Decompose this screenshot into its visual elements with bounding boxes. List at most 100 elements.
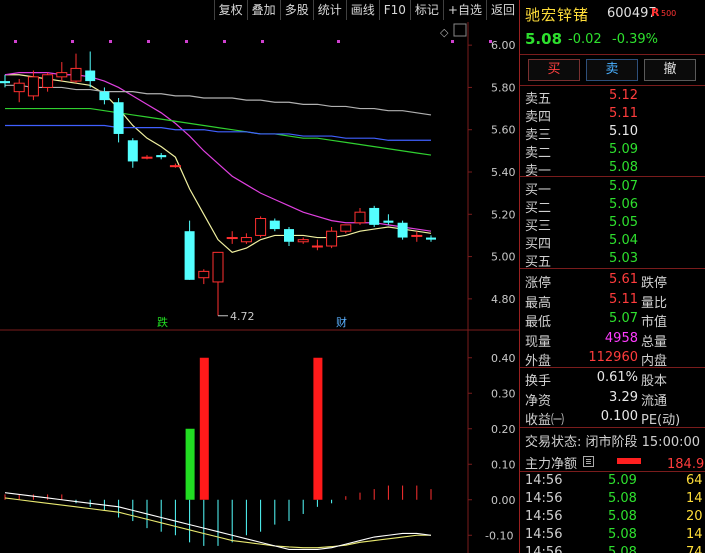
tick-volume: 14	[686, 491, 703, 506]
candle-body	[383, 220, 394, 223]
price-tick-label: 5.40	[491, 166, 516, 179]
cancel-order-button[interactable]: 撤	[644, 59, 696, 81]
bid-row[interactable]: 买五 5.03	[520, 249, 705, 270]
event-marker	[185, 40, 188, 43]
stat-label: 最高	[525, 295, 552, 311]
indicator-tick-label: 0.40	[491, 352, 516, 365]
event-marker	[223, 40, 226, 43]
level-price: 5.10	[609, 124, 638, 139]
candle-body	[113, 102, 124, 134]
stat-label: 最低	[525, 315, 552, 330]
stat-value: 5.61	[609, 272, 638, 287]
level-price: 5.06	[609, 197, 638, 212]
candle-body	[85, 70, 96, 82]
tick-volume: 14	[686, 527, 703, 542]
toolbar-button[interactable]: 多股	[279, 0, 313, 20]
fundamental-value: 0.100	[600, 409, 638, 424]
toolbar-button[interactable]: 复权	[213, 0, 247, 20]
chart-area[interactable]: 6.00 5.80 5.60 5.40 5.20 5.00 4.80 ◇ 4.72 跌 财 0.40 0…	[0, 0, 519, 553]
tick-row: 14:56 5.08 14	[520, 526, 705, 544]
toolbar-button[interactable]: +自选	[442, 0, 486, 20]
tick-row: 14:56 5.08 14	[520, 490, 705, 508]
tick-time: 14:56	[525, 545, 563, 553]
candle-body	[426, 237, 436, 240]
toolbar-button[interactable]: 返回	[485, 0, 519, 20]
candle-body	[411, 234, 423, 237]
toolbar-button[interactable]: 叠加	[246, 0, 280, 20]
candle-body	[297, 239, 309, 243]
chart-toolbar: 复权 叠加 多股 统计 画线 F10 标记 +自选 返回	[0, 0, 519, 20]
fundamental-value: 3.29	[609, 389, 638, 405]
stock-name: 驰宏锌锗	[525, 6, 590, 24]
fundamental-row: 收益㈠ 0.100 PE(动)	[520, 407, 705, 428]
stat-label-2: 量比	[641, 295, 668, 311]
event-marker	[261, 40, 264, 43]
price-tick-label: 5.80	[491, 81, 516, 94]
fundamental-label-2: 股本	[641, 374, 668, 389]
event-marker	[451, 40, 454, 43]
candle-body	[0, 81, 10, 84]
price-tick-label: 5.00	[491, 251, 516, 264]
candle-body	[42, 74, 54, 88]
price-tick-label: 5.20	[491, 208, 516, 221]
sell-button[interactable]: 卖	[586, 59, 638, 81]
fundamental-label-2: 流通	[641, 393, 668, 409]
candle-body	[99, 91, 110, 101]
signal-bar	[199, 357, 209, 500]
toolbar-button[interactable]: F10	[378, 0, 410, 20]
ask-row[interactable]: 卖一 5.08	[520, 158, 705, 179]
moving-average-line	[4, 72, 432, 232]
tick-time: 14:56	[525, 527, 563, 542]
limit-down-marker: 跌	[157, 315, 168, 329]
ask-row[interactable]: 卖五 5.12	[520, 86, 705, 107]
trade-status: 交易状态: 闭市阶段 15:00:00	[525, 435, 701, 450]
price-tick-label: 5.60	[491, 124, 516, 137]
candle-body	[156, 155, 167, 158]
stat-label: 涨停	[525, 276, 552, 291]
tick-price: 5.08	[608, 509, 637, 524]
tick-volume: 64	[686, 473, 703, 488]
diamond-icon: ◇	[440, 26, 449, 39]
indicator-tick-label: -0.10	[485, 529, 513, 542]
tick-price: 5.08	[608, 491, 637, 506]
candle-body	[56, 72, 68, 78]
stat-row: 最高 5.11 量比	[520, 290, 705, 311]
ask-row[interactable]: 卖四 5.11	[520, 104, 705, 125]
stat-row: 外盘 112960 内盘	[520, 348, 705, 369]
fundamental-label: 收益㈠	[525, 413, 565, 428]
toolbar-button[interactable]: 标记	[409, 0, 443, 20]
ask-row[interactable]: 卖二 5.09	[520, 140, 705, 161]
ask-row[interactable]: 卖三 5.10	[520, 122, 705, 143]
list-icon[interactable]	[583, 456, 594, 467]
tick-time: 14:56	[525, 509, 563, 524]
stock-code: 600497	[607, 6, 657, 21]
indicator-tick-label: 0.00	[491, 494, 516, 507]
divider	[520, 54, 705, 55]
candle-body	[284, 229, 294, 242]
tick-price: 5.08	[608, 527, 637, 542]
price-change-percent: -0.39%	[612, 32, 658, 47]
stat-label-2: 总量	[641, 334, 668, 350]
fundamental-value: 0.61%	[596, 370, 638, 385]
fundamental-row: 换手 0.61% 股本	[520, 368, 705, 389]
bid-row[interactable]: 买三 5.05	[520, 213, 705, 234]
bid-row[interactable]: 买二 5.06	[520, 195, 705, 216]
candle-body	[340, 224, 352, 232]
tick-row: 14:56 5.09 64	[520, 472, 705, 490]
buy-button[interactable]: 买	[528, 59, 580, 81]
stat-value: 4958	[604, 330, 638, 346]
kline-chart-svg[interactable]: 6.00 5.80 5.60 5.40 5.20 5.00 4.80 ◇ 4.72 跌 财 0.40 0…	[0, 0, 519, 553]
bid-row[interactable]: 买四 5.04	[520, 231, 705, 252]
toolbar-button[interactable]: 画线	[345, 0, 379, 20]
candle-body	[184, 231, 195, 280]
main-flow-label: 主力净额	[525, 457, 578, 472]
fundamental-label: 净资	[525, 393, 552, 409]
main-flow-value: 184.9万	[667, 457, 705, 472]
candle-body	[141, 156, 153, 159]
candle-body	[127, 140, 138, 162]
fundamental-row: 净资 3.29 流通	[520, 388, 705, 409]
toolbar-button[interactable]: 统计	[312, 0, 346, 20]
bid-row[interactable]: 买一 5.07	[520, 177, 705, 198]
indicator-tick-label: 0.10	[491, 458, 516, 471]
indicator-tick-label: 0.20	[491, 423, 516, 436]
